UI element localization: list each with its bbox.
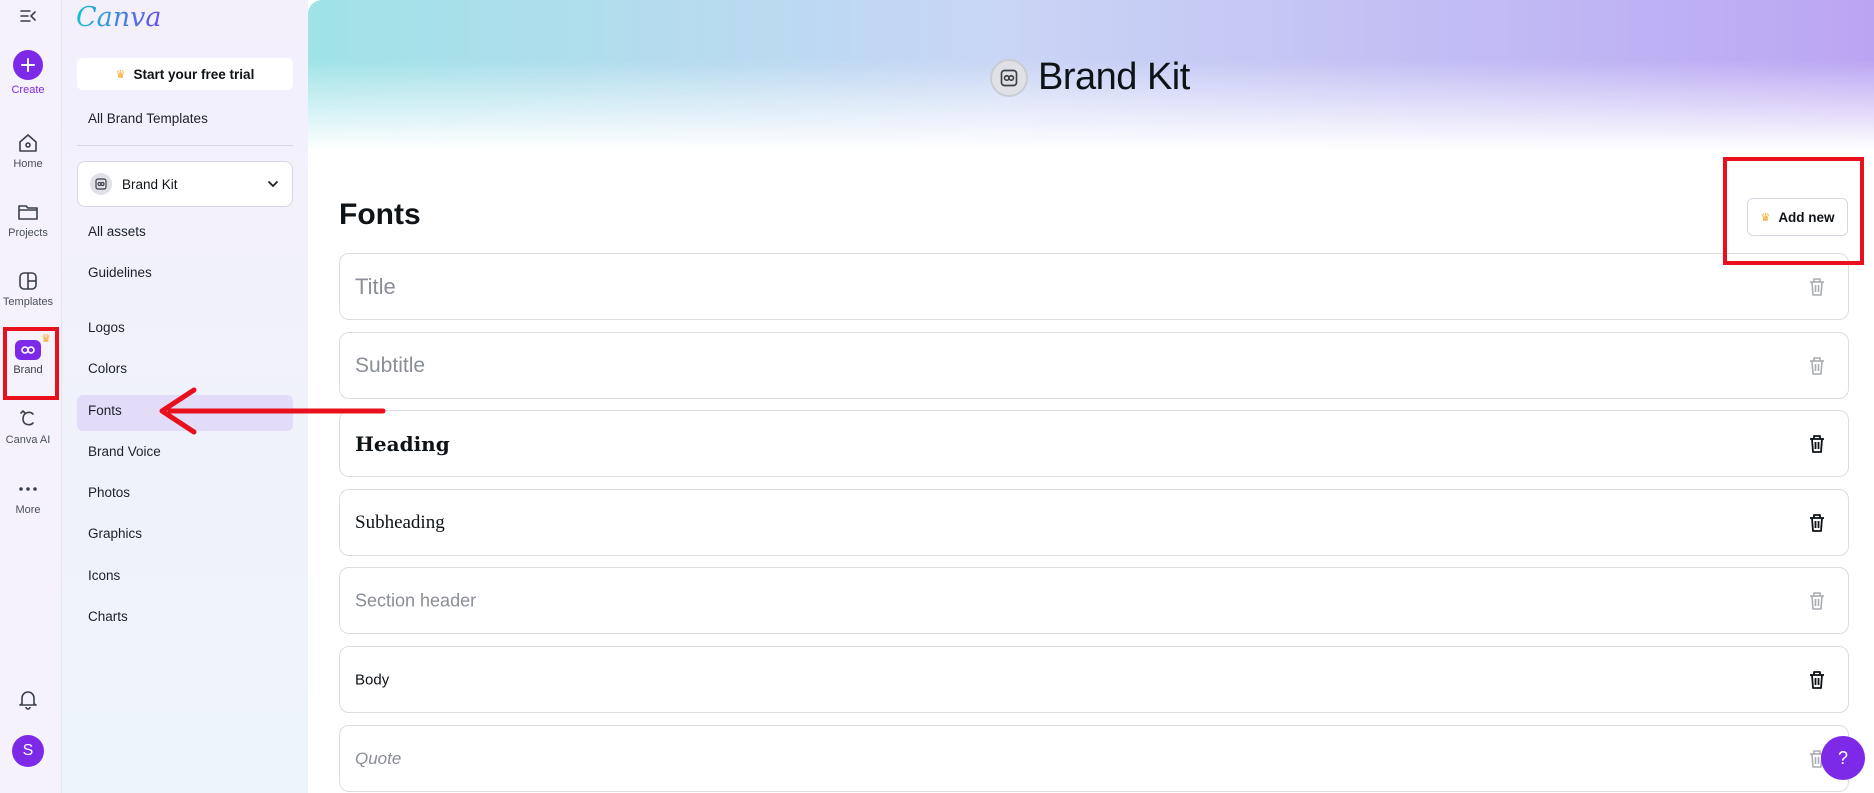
chevron-down-icon — [268, 181, 278, 188]
sidebar-item-icons[interactable]: Icons — [88, 568, 120, 583]
trial-label: Start your free trial — [133, 66, 255, 82]
font-row-body[interactable]: Body — [339, 646, 1849, 713]
trash-icon[interactable] — [1808, 277, 1826, 297]
account-button[interactable]: S — [0, 735, 56, 767]
avatar: S — [12, 735, 44, 767]
sidebar-item-graphics[interactable]: Graphics — [88, 526, 142, 541]
page-header: Brand Kit — [990, 56, 1190, 99]
sidebar-item-fonts[interactable]: Fonts — [88, 403, 122, 418]
font-label-title: Title — [355, 273, 396, 299]
rail-label-canva-ai: Canva AI — [5, 434, 51, 446]
brand-kit-select[interactable]: Brand Kit — [77, 161, 293, 207]
font-row-section-header[interactable]: Section header — [339, 567, 1849, 634]
help-button[interactable]: ? — [1821, 736, 1865, 780]
font-label-quote: Quote — [355, 748, 402, 768]
create-button[interactable]: Create — [0, 50, 56, 96]
home-icon — [19, 134, 37, 152]
annotation-box-brand — [3, 327, 59, 400]
font-label-body: Body — [355, 671, 390, 688]
sidebar-item-colors[interactable]: Colors — [88, 361, 127, 376]
trash-icon[interactable] — [1808, 434, 1826, 454]
font-row-subtitle[interactable]: Subtitle — [339, 332, 1849, 399]
trash-icon[interactable] — [1808, 591, 1826, 611]
font-row-title[interactable]: Title — [339, 253, 1849, 320]
all-brand-templates-link[interactable]: All Brand Templates — [88, 111, 208, 126]
sidebar-item-photos[interactable]: Photos — [88, 485, 130, 500]
sidebar-item-all-assets[interactable]: All assets — [88, 224, 146, 239]
fonts-section-title: Fonts — [339, 198, 421, 231]
brand-kit-icon — [90, 173, 112, 195]
sidebar-divider — [77, 145, 293, 146]
rail-label-more: More — [15, 504, 41, 516]
notifications-button[interactable] — [0, 688, 56, 710]
trash-icon[interactable] — [1808, 513, 1826, 533]
font-label-subtitle: Subtitle — [355, 353, 426, 377]
font-row-heading[interactable]: Heading — [339, 410, 1849, 477]
brand-kit-icon — [990, 58, 1028, 97]
font-row-subheading[interactable]: Subheading — [339, 489, 1849, 556]
page-title: Brand Kit — [1038, 56, 1190, 98]
sidebar-item-logos[interactable]: Logos — [88, 320, 125, 335]
bell-icon — [19, 691, 37, 710]
rail-item-more[interactable]: More — [0, 478, 56, 516]
trash-icon[interactable] — [1808, 356, 1826, 376]
rail-label-templates: Templates — [2, 296, 54, 308]
rail-item-home[interactable]: Home — [0, 132, 56, 170]
brand-kit-select-label: Brand Kit — [122, 176, 178, 192]
plus-icon — [13, 50, 43, 80]
rail-item-projects[interactable]: Projects — [0, 201, 56, 239]
create-label: Create — [11, 84, 45, 96]
canva-logo[interactable]: Canva — [76, 2, 162, 33]
collapse-menu-icon — [20, 10, 36, 22]
canva-ai-icon — [20, 410, 34, 426]
templates-icon — [19, 272, 37, 290]
more-icon — [19, 487, 37, 491]
start-free-trial-button[interactable]: ♛ Start your free trial — [77, 58, 293, 90]
font-label-section-header: Section header — [355, 590, 477, 610]
font-row-quote[interactable]: Quote — [339, 725, 1849, 792]
sidebar-item-guidelines[interactable]: Guidelines — [88, 265, 152, 280]
rail-item-canva-ai[interactable]: Canva AI — [0, 408, 56, 446]
annotation-arrow — [159, 387, 386, 435]
main-content: Brand Kit Fonts ♛ Add new Title Subtitle… — [308, 0, 1874, 793]
annotation-box-add-new — [1723, 157, 1864, 265]
trash-icon[interactable] — [1808, 670, 1826, 690]
rail-label-projects: Projects — [8, 227, 48, 239]
collapse-sidebar-button[interactable] — [0, 6, 56, 26]
crown-icon: ♛ — [115, 68, 126, 81]
rail-item-templates[interactable]: Templates — [0, 270, 56, 308]
sidebar-item-brand-voice[interactable]: Brand Voice — [88, 444, 161, 459]
sidebar-item-charts[interactable]: Charts — [88, 609, 128, 624]
rail-label-home: Home — [13, 158, 43, 170]
font-label-subheading: Subheading — [355, 511, 445, 533]
folder-icon — [18, 205, 38, 220]
